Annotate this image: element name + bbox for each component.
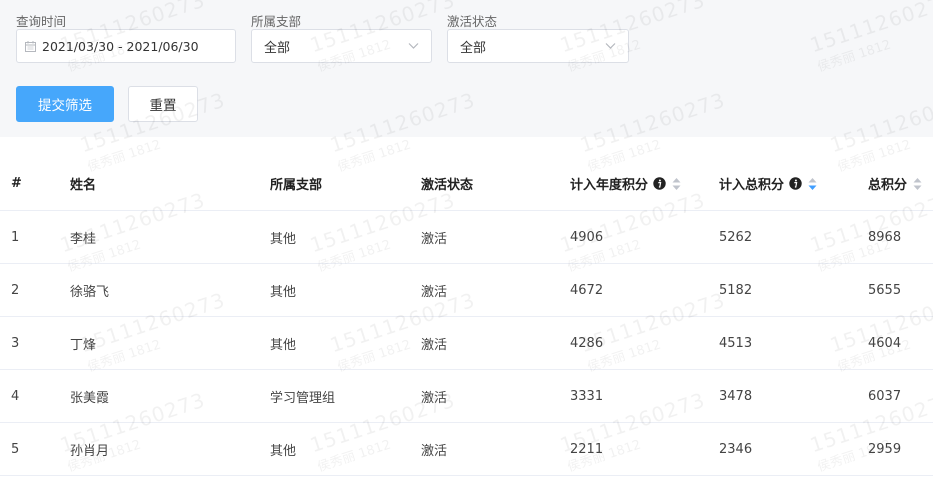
points-table: # 姓名 所属支部 激活状态 计入年度积分 计入总积分 总积分 1 李桂 其他 … bbox=[0, 157, 933, 476]
cell-counted-points: 5262 bbox=[719, 229, 753, 245]
cell-annual-points: 4906 bbox=[570, 229, 604, 245]
info-icon[interactable] bbox=[789, 177, 802, 190]
cell-name: 徐骆飞 bbox=[70, 284, 110, 300]
cell-status: 激活 bbox=[421, 284, 448, 300]
header-total-points[interactable]: 总积分 bbox=[868, 157, 922, 210]
cell-index: 1 bbox=[11, 229, 20, 245]
branch-select[interactable]: 全部 bbox=[251, 29, 432, 63]
sort-descending-icon[interactable] bbox=[808, 177, 817, 191]
cell-index: 4 bbox=[11, 388, 20, 404]
date-filter-label: 查询时间 bbox=[16, 14, 67, 29]
cell-branch: 其他 bbox=[270, 337, 297, 353]
cell-name: 孙肖月 bbox=[70, 443, 110, 459]
filter-panel: 查询时间 2021/03/30 - 2021/06/30 所属支部 全部 激活状… bbox=[0, 0, 933, 137]
header-counted-points-label: 计入总积分 bbox=[719, 178, 785, 193]
header-name: 姓名 bbox=[70, 178, 97, 193]
cell-status: 激活 bbox=[421, 390, 448, 406]
cell-name: 张美霞 bbox=[70, 390, 110, 406]
cell-counted-points: 4513 bbox=[719, 335, 753, 351]
table-header: # 姓名 所属支部 激活状态 计入年度积分 计入总积分 总积分 bbox=[0, 157, 933, 211]
cell-index: 5 bbox=[11, 441, 20, 457]
calendar-icon bbox=[25, 40, 36, 52]
cell-total-points: 6037 bbox=[868, 388, 902, 404]
sort-icon[interactable] bbox=[913, 177, 922, 191]
header-branch: 所属支部 bbox=[270, 178, 323, 193]
header-status: 激活状态 bbox=[421, 178, 474, 193]
cell-annual-points: 4672 bbox=[570, 282, 604, 298]
cell-annual-points: 4286 bbox=[570, 335, 604, 351]
header-index: # bbox=[11, 176, 22, 191]
cell-status: 激活 bbox=[421, 337, 448, 353]
cell-annual-points: 2211 bbox=[570, 441, 604, 457]
submit-filter-button[interactable]: 提交筛选 bbox=[16, 86, 114, 122]
cell-counted-points: 5182 bbox=[719, 282, 753, 298]
cell-branch: 其他 bbox=[270, 231, 297, 247]
cell-index: 2 bbox=[11, 282, 20, 298]
chevron-down-icon bbox=[408, 43, 419, 49]
cell-branch: 其他 bbox=[270, 284, 297, 300]
header-annual-points-label: 计入年度积分 bbox=[570, 178, 649, 193]
cell-annual-points: 3331 bbox=[570, 388, 604, 404]
branch-filter-label: 所属支部 bbox=[251, 14, 302, 29]
header-counted-points[interactable]: 计入总积分 bbox=[719, 157, 817, 210]
info-icon[interactable] bbox=[653, 177, 666, 190]
cell-index: 3 bbox=[11, 335, 20, 351]
cell-total-points: 2959 bbox=[868, 441, 902, 457]
table-row: 1 李桂 其他 激活 4906 5262 8968 bbox=[0, 211, 933, 264]
cell-status: 激活 bbox=[421, 231, 448, 247]
header-annual-points[interactable]: 计入年度积分 bbox=[570, 157, 681, 210]
cell-name: 丁烽 bbox=[70, 337, 97, 353]
sort-icon[interactable] bbox=[672, 177, 681, 191]
cell-total-points: 8968 bbox=[868, 229, 902, 245]
cell-name: 李桂 bbox=[70, 231, 97, 247]
chevron-down-icon bbox=[605, 43, 616, 49]
status-select-value: 全部 bbox=[460, 40, 487, 56]
branch-select-value: 全部 bbox=[264, 40, 291, 56]
date-range-value: 2021/03/30 - 2021/06/30 bbox=[42, 38, 199, 54]
cell-counted-points: 3478 bbox=[719, 388, 753, 404]
cell-total-points: 5655 bbox=[868, 282, 902, 298]
cell-branch: 学习管理组 bbox=[270, 390, 336, 406]
status-filter-label: 激活状态 bbox=[447, 14, 498, 29]
cell-status: 激活 bbox=[421, 443, 448, 459]
date-range-picker[interactable]: 2021/03/30 - 2021/06/30 bbox=[16, 29, 236, 63]
header-total-points-label: 总积分 bbox=[868, 178, 908, 193]
table-row: 2 徐骆飞 其他 激活 4672 5182 5655 bbox=[0, 264, 933, 317]
table-row: 4 张美霞 学习管理组 激活 3331 3478 6037 bbox=[0, 370, 933, 423]
table-row: 5 孙肖月 其他 激活 2211 2346 2959 bbox=[0, 423, 933, 476]
table-row: 3 丁烽 其他 激活 4286 4513 4604 bbox=[0, 317, 933, 370]
reset-button[interactable]: 重置 bbox=[128, 86, 198, 122]
status-select[interactable]: 全部 bbox=[447, 29, 629, 63]
cell-counted-points: 2346 bbox=[719, 441, 753, 457]
cell-branch: 其他 bbox=[270, 443, 297, 459]
cell-total-points: 4604 bbox=[868, 335, 902, 351]
